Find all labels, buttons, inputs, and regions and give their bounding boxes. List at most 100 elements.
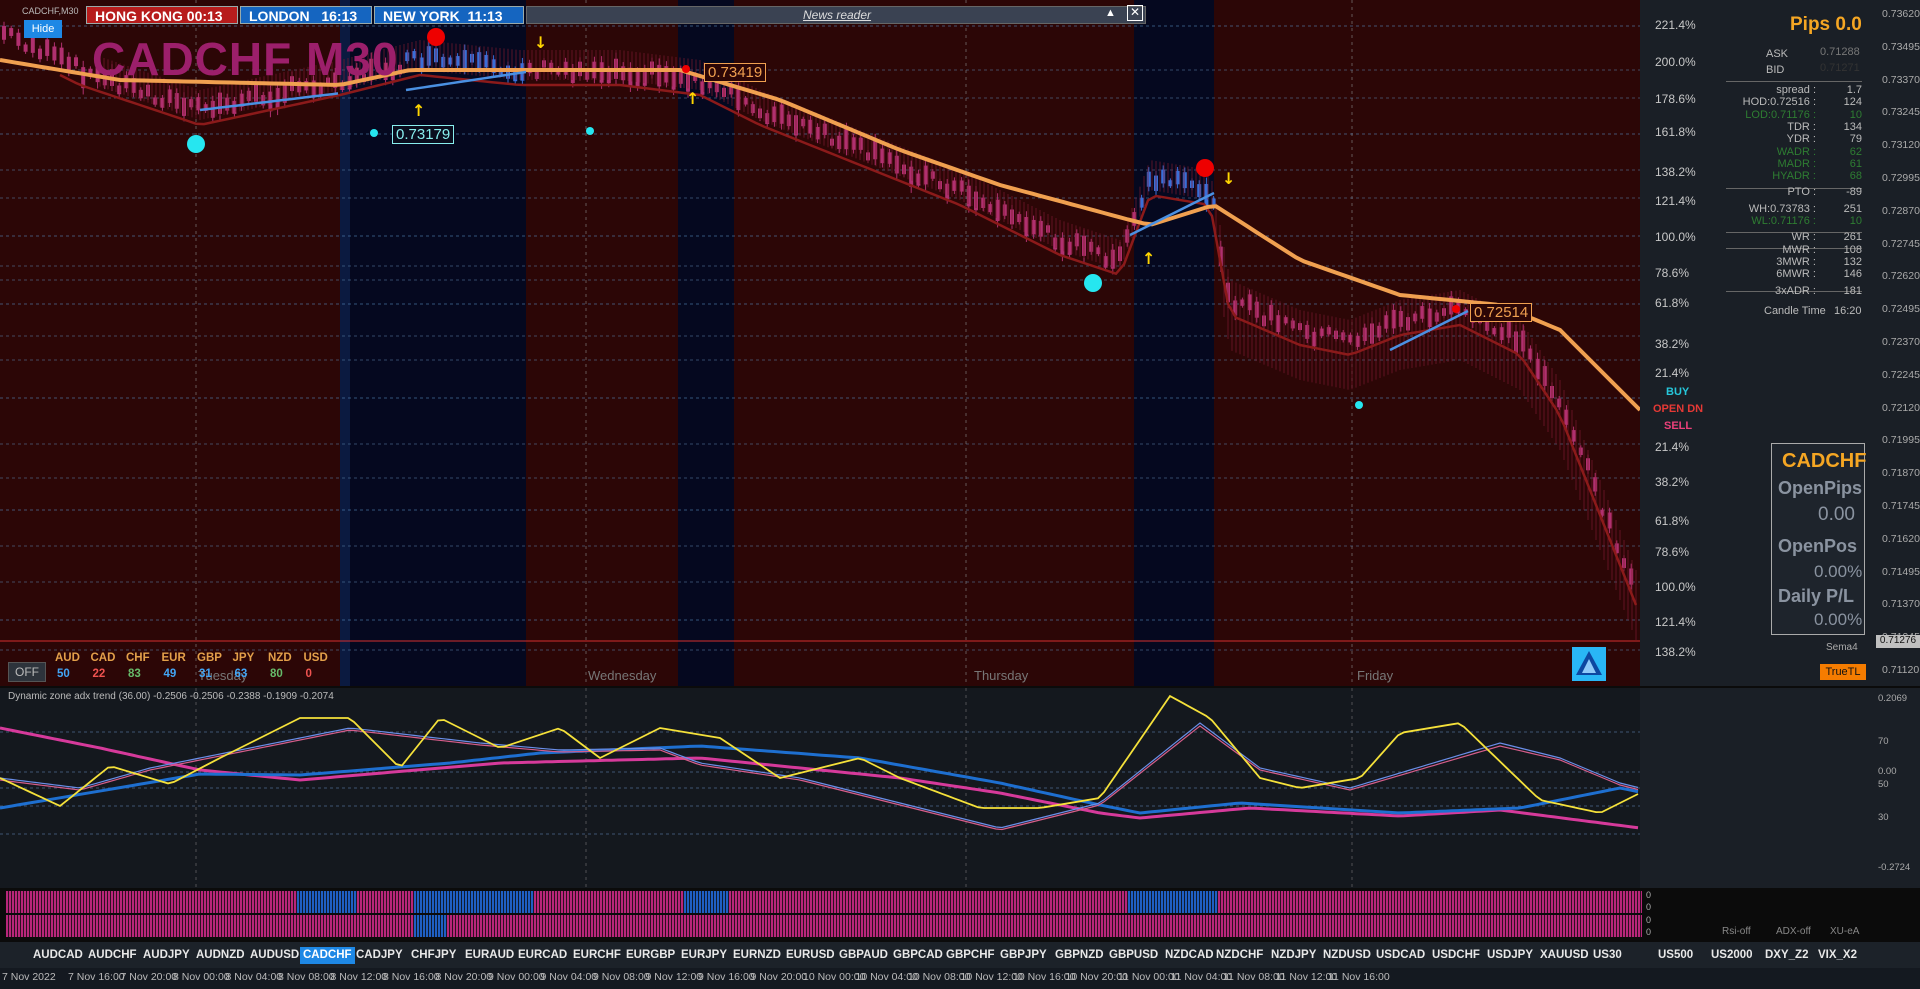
symbol-xauusd[interactable]: XAUUSD [1537, 947, 1592, 964]
price-axis-tick: 0.71620 [1882, 532, 1920, 545]
symbol-gbpusd[interactable]: GBPUSD [1106, 947, 1161, 964]
price-tag-low: 0.73179 [392, 125, 455, 144]
osc-axis-tick: 0.2069 [1878, 693, 1908, 704]
price-axis-tick: 0.72370 [1882, 336, 1920, 348]
osc-axis-tick: -0.2724 [1878, 862, 1911, 873]
symbol-nzdchf[interactable]: NZDCHF [1213, 947, 1266, 964]
info-value: 181 [1843, 284, 1862, 297]
symbol-eurchf[interactable]: EURCHF [570, 947, 624, 964]
time-axis: 7 Nov 2022 7 Nov 16:00 7 Nov 20:00 8 Nov 00… [0, 968, 1920, 989]
symbol-cadjpy[interactable]: CADJPY [353, 947, 406, 964]
symbol-gbpchf[interactable]: GBPCHF [943, 947, 998, 964]
currency-value: 63 [234, 668, 248, 680]
currency-label: EUR [161, 652, 186, 664]
symbol-nzdjpy[interactable]: NZDJPY [1268, 947, 1319, 964]
fib-label: 178.6% [1655, 92, 1696, 106]
symbol-usdcad[interactable]: USDCAD [1373, 947, 1428, 964]
info-key: PTO : [1787, 186, 1816, 199]
session-london: LONDON 16:13 [240, 6, 372, 24]
main-price-chart[interactable]: ↑ ↓ ↑ ↑ ↓ [0, 0, 1920, 686]
price-axis-tick: 0.71870 [1882, 467, 1920, 480]
symbol-vix_x2[interactable]: VIX_X2 [1815, 947, 1860, 964]
symbol-us500[interactable]: US500 [1655, 947, 1696, 964]
info-value: -89 [1846, 186, 1862, 199]
symbol-audchf[interactable]: AUDCHF [85, 947, 140, 964]
price-axis-tick: 0.73620 [1882, 8, 1920, 20]
symbol-eurgbp[interactable]: EURGBP [623, 947, 678, 964]
price-axis-tick: 0.71745 [1882, 500, 1920, 512]
collapse-icon[interactable]: ▲ [1105, 7, 1116, 19]
close-icon[interactable]: ✕ [1127, 5, 1143, 21]
fib-label: 138.2% [1655, 645, 1696, 659]
fib-label: 78.6% [1655, 266, 1690, 280]
currency-value: 22 [92, 668, 106, 680]
daily-pl-label: Daily P/L [1778, 586, 1855, 606]
hide-button[interactable]: Hide [24, 20, 62, 38]
symbol-gbpnzd[interactable]: GBPNZD [1052, 947, 1107, 964]
time-tick: 7 Nov 16:00 [68, 971, 125, 983]
oscillator-title: Dynamic zone adx trend (36.00) -0.2506 -… [8, 691, 334, 702]
bars-axis-tick: 0 [1646, 902, 1652, 912]
info-key: TDR : [1787, 120, 1816, 133]
truetl-button[interactable]: TrueTL [1820, 664, 1866, 680]
symbol-eurusd[interactable]: EURUSD [783, 947, 838, 964]
symbol-audcad[interactable]: AUDCAD [30, 947, 86, 964]
price-axis-tick: 0.71995 [1882, 434, 1920, 447]
currency-value: 49 [163, 668, 177, 680]
time-tick: 9 Nov 08:00 [593, 971, 650, 983]
symbol-eurnzd[interactable]: EURNZD [730, 947, 784, 964]
currency-label: GBP [197, 652, 222, 664]
symbol-us2000[interactable]: US2000 [1708, 947, 1756, 964]
bars-axis-tick: 0 [1646, 915, 1652, 925]
symbol-usdjpy[interactable]: USDJPY [1484, 947, 1536, 964]
fib-label: 38.2% [1655, 337, 1690, 351]
off-button[interactable]: OFF [8, 662, 46, 682]
sema-label: Sema4 [1826, 642, 1858, 653]
symbol-dxy_z2[interactable]: DXY_Z2 [1762, 947, 1811, 964]
symbol-selector-bar: AUDCAD AUDCHF AUDJPY AUDNZD AUDUSD CADCHF CADJ… [0, 942, 1920, 968]
symbol-audnzd[interactable]: AUDNZD [193, 947, 248, 964]
pips-display: Pips 0.0 [1790, 14, 1862, 35]
symbol-eurcad[interactable]: EURCAD [515, 947, 570, 964]
price-axis-tick: 0.71120 [1882, 664, 1920, 676]
info-value: 1.7 [1846, 84, 1862, 96]
info-value: 62 [1849, 145, 1862, 158]
time-tick: 7 Nov 2022 [2, 971, 56, 983]
symbol-gbpaud[interactable]: GBPAUD [836, 947, 891, 964]
symbol-us30[interactable]: US30 [1590, 947, 1625, 964]
svg-text:↑: ↑ [1142, 249, 1155, 268]
currency-label: CHF [126, 652, 150, 664]
symbol-nzdusd[interactable]: NZDUSD [1320, 947, 1374, 964]
symbol-euraud[interactable]: EURAUD [462, 947, 517, 964]
news-reader-window[interactable]: News reader ▲ ✕ [526, 5, 1146, 24]
symbol-eurjpy[interactable]: EURJPY [678, 947, 730, 964]
symbol-gbpjpy[interactable]: GBPJPY [997, 947, 1050, 964]
triangle-logo-icon [1576, 651, 1602, 675]
news-reader-title[interactable]: News reader [803, 8, 871, 22]
info-value: 108 [1843, 243, 1862, 256]
info-value: 68 [1849, 170, 1862, 183]
signal-bar-2 [6, 915, 1642, 937]
symbol-chfjpy[interactable]: CHFJPY [408, 947, 459, 964]
fib-label: 21.4% [1655, 366, 1690, 380]
price-axis-tick: 0.72620 [1882, 270, 1920, 283]
symbol-gbpcad[interactable]: GBPCAD [890, 947, 946, 964]
time-tick: 9 Nov 04:00 [540, 971, 598, 983]
fib-label: 161.8% [1655, 125, 1696, 139]
symbol-audusd[interactable]: AUDUSD [247, 947, 302, 964]
bid-label: BID [1766, 64, 1785, 76]
price-axis-tick: 0.72120 [1882, 401, 1920, 414]
daily-pl-value: 0.00% [1814, 610, 1863, 629]
info-separator [1726, 81, 1862, 82]
symbol-cadchf[interactable]: CADCHF [300, 947, 355, 964]
fib-label: 100.0% [1655, 230, 1696, 244]
price-axis-tick: 0.71370 [1882, 598, 1920, 611]
logo-icon[interactable] [1572, 647, 1606, 681]
symbol-audjpy[interactable]: AUDJPY [140, 947, 193, 964]
symbol-nzdcad[interactable]: NZDCAD [1162, 947, 1217, 964]
osc-axis-tick: 0.00 [1878, 766, 1897, 777]
symbol-usdchf[interactable]: USDCHF [1429, 947, 1483, 964]
bars-axis-tick: 0 [1646, 890, 1652, 900]
rsi-off-label: Rsi-off [1722, 926, 1751, 937]
session-zones [0, 0, 1640, 686]
